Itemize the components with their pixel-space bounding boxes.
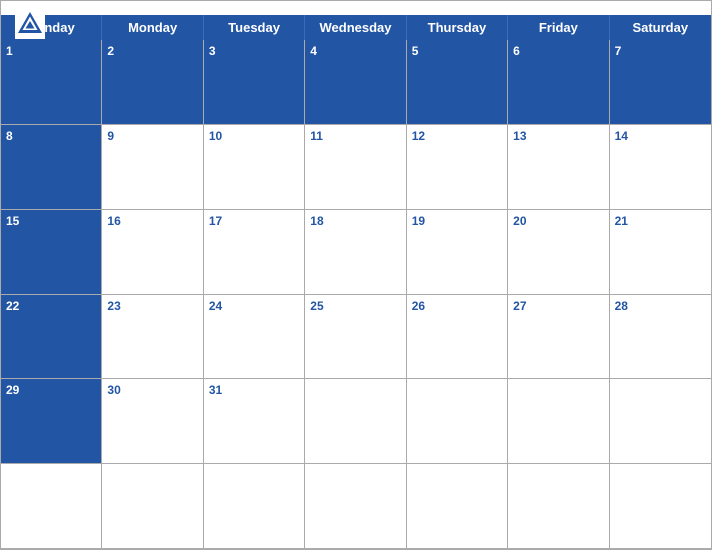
- calendar-cell: 29: [1, 379, 102, 464]
- calendar-cell: 10: [204, 125, 305, 210]
- date-number: 11: [310, 129, 323, 143]
- date-number: 25: [310, 299, 323, 313]
- calendar-cell: 8: [1, 125, 102, 210]
- calendar-cell: 24: [204, 295, 305, 380]
- date-number: 10: [209, 129, 222, 143]
- date-number: 29: [6, 383, 19, 397]
- date-number: 7: [615, 44, 622, 58]
- date-number: 28: [615, 299, 628, 313]
- date-number: 26: [412, 299, 425, 313]
- day-header-thursday: Thursday: [407, 15, 508, 40]
- date-number: 3: [209, 44, 216, 58]
- calendar-cell: 22: [1, 295, 102, 380]
- calendar-cell: 16: [102, 210, 203, 295]
- date-number: 17: [209, 214, 222, 228]
- calendar-cell: 3: [204, 40, 305, 125]
- calendar-cell: 4: [305, 40, 406, 125]
- calendar-cell: [610, 464, 711, 549]
- date-number: 5: [412, 44, 419, 58]
- day-header-wednesday: Wednesday: [305, 15, 406, 40]
- calendar-cell: 25: [305, 295, 406, 380]
- day-header-saturday: Saturday: [610, 15, 711, 40]
- calendar-cell: 2: [102, 40, 203, 125]
- calendar-cell: [610, 379, 711, 464]
- calendar-cell: [305, 464, 406, 549]
- calendar-cell: 19: [407, 210, 508, 295]
- calendar-cell: 6: [508, 40, 609, 125]
- calendar-cell: 14: [610, 125, 711, 210]
- calendar-cell: 23: [102, 295, 203, 380]
- calendar-cell: [1, 464, 102, 549]
- date-number: 2: [107, 44, 114, 58]
- date-number: 12: [412, 129, 425, 143]
- calendar: Sunday Monday Tuesday Wednesday Thursday…: [0, 0, 712, 550]
- date-number: 8: [6, 129, 13, 143]
- date-number: 4: [310, 44, 317, 58]
- calendar-header: [1, 1, 711, 15]
- calendar-cell: [407, 379, 508, 464]
- date-number: 9: [107, 129, 114, 143]
- date-number: 14: [615, 129, 628, 143]
- date-number: 1: [6, 44, 13, 58]
- date-number: 20: [513, 214, 526, 228]
- calendar-cell: 30: [102, 379, 203, 464]
- calendar-cell: 26: [407, 295, 508, 380]
- date-number: 16: [107, 214, 120, 228]
- day-header-tuesday: Tuesday: [204, 15, 305, 40]
- calendar-grid: 1234567891011121314151617181920212223242…: [1, 40, 711, 549]
- calendar-cell: [407, 464, 508, 549]
- calendar-cell: 11: [305, 125, 406, 210]
- date-number: 6: [513, 44, 520, 58]
- calendar-cell: [508, 464, 609, 549]
- calendar-cell: 17: [204, 210, 305, 295]
- calendar-cell: 18: [305, 210, 406, 295]
- date-number: 27: [513, 299, 526, 313]
- calendar-cell: 9: [102, 125, 203, 210]
- calendar-cell: [305, 379, 406, 464]
- calendar-cell: 5: [407, 40, 508, 125]
- date-number: 13: [513, 129, 526, 143]
- day-header-monday: Monday: [102, 15, 203, 40]
- date-number: 21: [615, 214, 628, 228]
- date-number: 30: [107, 383, 120, 397]
- date-number: 19: [412, 214, 425, 228]
- calendar-cell: 21: [610, 210, 711, 295]
- calendar-cell: 28: [610, 295, 711, 380]
- day-header-friday: Friday: [508, 15, 609, 40]
- logo: [15, 9, 48, 39]
- date-number: 24: [209, 299, 222, 313]
- date-number: 31: [209, 383, 222, 397]
- calendar-cell: 31: [204, 379, 305, 464]
- calendar-cell: 20: [508, 210, 609, 295]
- date-number: 22: [6, 299, 19, 313]
- calendar-cell: 12: [407, 125, 508, 210]
- date-number: 18: [310, 214, 323, 228]
- calendar-cell: 1: [1, 40, 102, 125]
- calendar-cell: 13: [508, 125, 609, 210]
- calendar-cell: [102, 464, 203, 549]
- calendar-cell: 15: [1, 210, 102, 295]
- calendar-cell: 27: [508, 295, 609, 380]
- date-number: 23: [107, 299, 120, 313]
- day-headers: Sunday Monday Tuesday Wednesday Thursday…: [1, 15, 711, 40]
- calendar-cell: 7: [610, 40, 711, 125]
- calendar-cell: [204, 464, 305, 549]
- calendar-cell: [508, 379, 609, 464]
- date-number: 15: [6, 214, 19, 228]
